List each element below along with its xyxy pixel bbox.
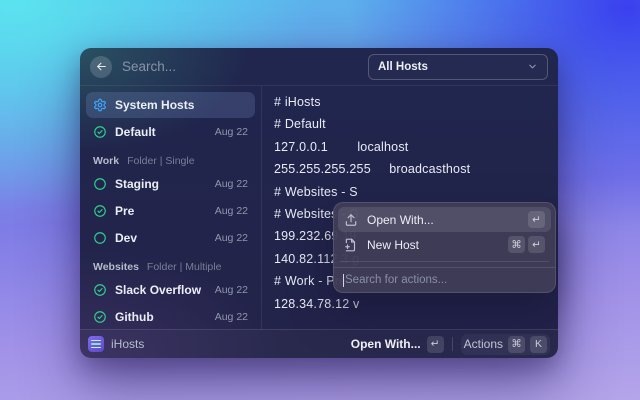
back-button[interactable] <box>90 56 112 78</box>
item-date: Aug 22 <box>215 232 248 244</box>
sidebar-item[interactable]: Github Aug 22 <box>86 304 255 329</box>
hosts-line: # Default <box>274 117 558 139</box>
sidebar-item[interactable]: System Hosts <box>86 92 255 118</box>
check-circle-icon <box>93 204 107 218</box>
hosts-line: 128.34.78.12 v <box>274 297 558 319</box>
check-circle-icon <box>93 283 107 297</box>
actions-search-input[interactable]: Search for actions... <box>334 267 555 292</box>
section-label: Work <box>93 155 119 167</box>
section-meta: Folder | Single <box>127 155 195 167</box>
shortcut-keys: ↵ <box>528 211 545 228</box>
sidebar-item[interactable]: Slack Overflow Aug 22 <box>86 277 255 303</box>
gear-icon <box>93 98 107 112</box>
file-plus-icon <box>344 238 358 252</box>
sidebar-section-header: Work Folder | Single <box>86 146 255 171</box>
ihosts-app-icon <box>88 336 104 352</box>
footer-divider <box>452 337 453 351</box>
key-command: ⌘ <box>508 336 525 353</box>
item-date: Aug 22 <box>215 178 248 190</box>
hosts-line: # iHosts <box>274 95 558 117</box>
circle-icon <box>93 231 107 245</box>
key-k: K <box>530 336 547 353</box>
desktop-background: Search... All Hosts System Hosts Default… <box>0 0 640 400</box>
upload-icon <box>344 213 358 227</box>
actions-label: Actions <box>464 337 503 351</box>
sidebar-item[interactable]: Staging Aug 22 <box>86 171 255 197</box>
footer-bar: iHosts Open With... ↵ Actions ⌘ K <box>80 329 558 358</box>
item-date: Aug 22 <box>215 205 248 217</box>
key-↵: ↵ <box>528 236 545 253</box>
ihosts-window: Search... All Hosts System Hosts Default… <box>80 48 558 358</box>
section-label: Websites <box>93 261 139 273</box>
sidebar-item[interactable]: Pre Aug 22 <box>86 198 255 224</box>
title-bar: Search... All Hosts <box>80 48 558 86</box>
hosts-filter-dropdown[interactable]: All Hosts <box>368 54 548 80</box>
shortcut-keys: ⌘↵ <box>508 236 545 253</box>
sidebar-item[interactable]: Default Aug 22 <box>86 119 255 145</box>
text-caret <box>343 274 344 287</box>
menu-separator <box>340 261 549 262</box>
section-meta: Folder | Multiple <box>147 261 222 273</box>
sidebar-item[interactable]: Dev Aug 22 <box>86 225 255 251</box>
actions-menu: Open With... ↵ New Host ⌘↵ New Folder ⌘⇧… <box>333 202 556 293</box>
hosts-line: 255.255.255.255 broadcasthost <box>274 162 558 184</box>
key-↵: ↵ <box>528 211 545 228</box>
footer-app-name: iHosts <box>111 337 144 351</box>
circle-icon <box>93 177 107 191</box>
window-body: System Hosts Default Aug 22 Work Folder … <box>80 86 558 329</box>
hosts-line: 127.0.0.1 localhost <box>274 140 558 162</box>
menu-item[interactable]: Open With... ↵ <box>338 207 551 232</box>
item-date: Aug 22 <box>215 126 248 138</box>
item-date: Aug 22 <box>215 311 248 323</box>
check-circle-icon <box>93 125 107 139</box>
open-with-button[interactable]: Open With... <box>351 337 421 351</box>
chevron-down-icon <box>527 61 538 72</box>
sidebar: System Hosts Default Aug 22 Work Folder … <box>80 86 262 329</box>
key-⌘: ⌘ <box>508 236 525 253</box>
hosts-filter-value: All Hosts <box>378 61 527 73</box>
item-date: Aug 22 <box>215 284 248 296</box>
check-circle-icon <box>93 310 107 324</box>
search-input[interactable]: Search... <box>122 59 358 74</box>
sidebar-section-header: Websites Folder | Multiple <box>86 252 255 277</box>
menu-item[interactable]: New Host ⌘↵ <box>338 232 551 257</box>
hosts-file-content: # iHosts# Default127.0.0.1 localhost255.… <box>262 86 558 329</box>
actions-button[interactable]: Actions ⌘ K <box>461 334 550 355</box>
arrow-left-icon <box>95 60 108 73</box>
key-return: ↵ <box>427 336 444 353</box>
